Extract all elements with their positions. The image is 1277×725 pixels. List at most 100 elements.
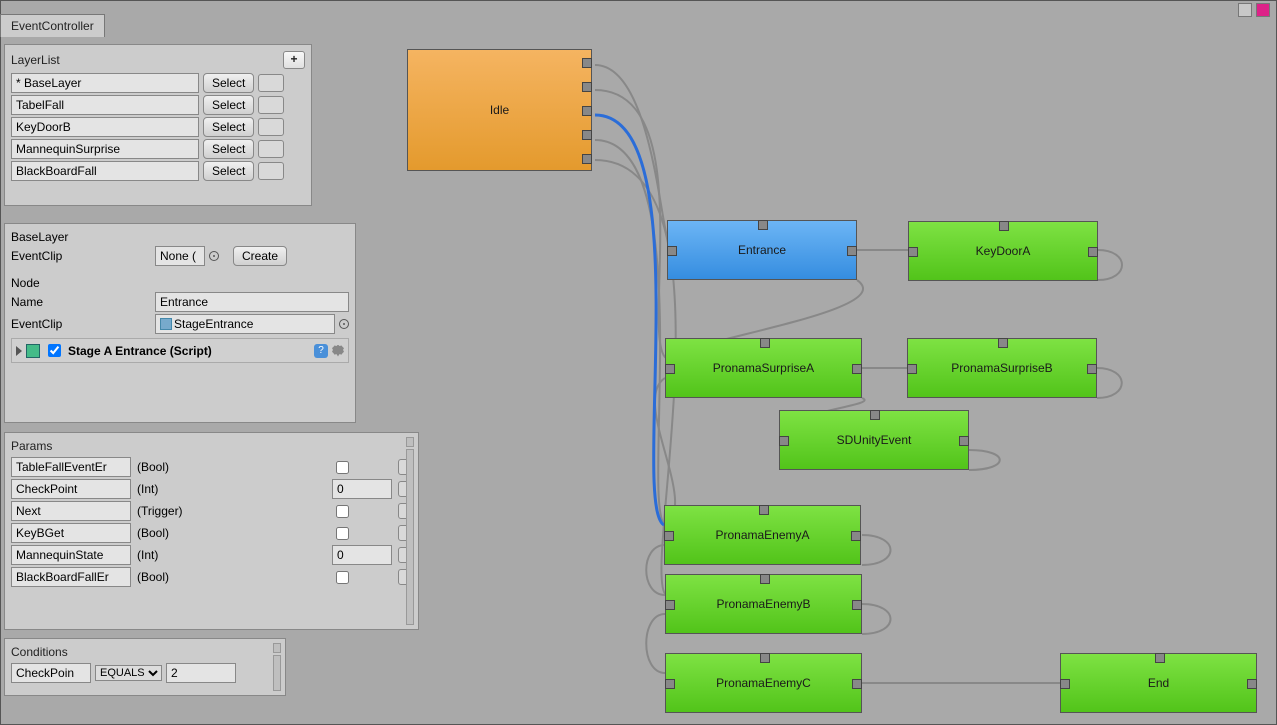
param-name[interactable]: TableFallEventEr [11,457,131,477]
select-layer-button[interactable]: Select [203,161,254,181]
component-enabled-toggle[interactable] [48,344,61,357]
eventclip2-value: StageEntrance [174,317,253,331]
name-field[interactable]: Entrance [155,292,349,312]
object-picker-icon[interactable] [209,251,219,261]
graph-node-idle[interactable]: Idle [407,49,592,171]
node-port[interactable] [851,531,861,541]
node-port[interactable] [760,574,770,584]
select-layer-button[interactable]: Select [203,73,254,93]
object-picker2-icon[interactable] [339,319,349,329]
param-value-checkbox[interactable] [336,461,349,474]
create-button[interactable]: Create [233,246,287,266]
node-port[interactable] [582,58,592,68]
param-value-checkbox[interactable] [336,571,349,584]
dock-icon[interactable] [1238,3,1252,17]
eventclip-field[interactable]: None ( [155,246,205,266]
expand-icon[interactable] [16,346,22,356]
select-layer-button[interactable]: Select [203,117,254,137]
window-controls [1238,3,1270,17]
node-port[interactable] [907,364,917,374]
node-port[interactable] [998,338,1008,348]
scroll-track[interactable] [406,449,414,625]
close-icon[interactable] [1256,3,1270,17]
eventclip2-label: EventClip [11,317,151,331]
node-port[interactable] [760,653,770,663]
layer-rows: * BaseLayerSelectTabelFallSelectKeyDoorB… [11,73,305,181]
node-port[interactable] [582,82,592,92]
layer-extra-button[interactable] [258,96,284,114]
node-port[interactable] [665,364,675,374]
node-port[interactable] [758,220,768,230]
layer-list-panel: LayerList + * BaseLayerSelectTabelFallSe… [4,44,312,206]
node-port[interactable] [852,679,862,689]
graph-node-pronamaA[interactable]: PronamaSurpriseA [665,338,862,398]
gear-icon[interactable] [332,345,344,357]
layer-extra-button[interactable] [258,140,284,158]
node-port[interactable] [582,154,592,164]
param-name[interactable]: MannequinState [11,545,131,565]
condition-param[interactable]: CheckPoin [11,663,91,683]
node-port[interactable] [908,247,918,257]
node-port[interactable] [664,531,674,541]
eventclip2-field[interactable]: StageEntrance [155,314,335,334]
param-name[interactable]: Next [11,501,131,521]
scroll-thumb-icon[interactable] [406,437,414,447]
param-name[interactable]: KeyBGet [11,523,131,543]
node-port[interactable] [1087,364,1097,374]
node-port[interactable] [759,505,769,515]
node-port[interactable] [1155,653,1165,663]
param-value-checkbox[interactable] [336,527,349,540]
node-port[interactable] [760,338,770,348]
node-port[interactable] [582,130,592,140]
graph-node-enemyA[interactable]: PronamaEnemyA [664,505,861,565]
node-port[interactable] [665,679,675,689]
node-port[interactable] [870,410,880,420]
node-port[interactable] [1088,247,1098,257]
graph-node-pronamaB[interactable]: PronamaSurpriseB [907,338,1097,398]
param-value-input[interactable] [332,479,392,499]
help-icon[interactable]: ? [314,344,328,358]
layer-name-field[interactable]: * BaseLayer [11,73,199,93]
layer-extra-button[interactable] [258,118,284,136]
node-port[interactable] [852,600,862,610]
graph-node-entrance[interactable]: Entrance [667,220,857,280]
graph-node-enemyC[interactable]: PronamaEnemyC [665,653,862,713]
layer-name-field[interactable]: MannequinSurprise [11,139,199,159]
node-port[interactable] [665,600,675,610]
component-header[interactable]: Stage A Entrance (Script) ? [11,338,349,363]
node-port[interactable] [1247,679,1257,689]
cond-scroll-track[interactable] [273,655,281,691]
condition-operator[interactable]: EQUALS [95,665,162,681]
param-value-checkbox[interactable] [336,505,349,518]
node-port[interactable] [582,106,592,116]
layer-row: MannequinSurpriseSelect [11,139,305,159]
select-layer-button[interactable]: Select [203,95,254,115]
param-row: KeyBGet(Bool) [11,523,412,543]
condition-value[interactable]: 2 [166,663,236,683]
window-tab[interactable]: EventController [0,14,105,37]
layer-name-field[interactable]: BlackBoardFall [11,161,199,181]
add-layer-button[interactable]: + [283,51,305,69]
node-port[interactable] [852,364,862,374]
layer-name-field[interactable]: TabelFall [11,95,199,115]
layer-name-field[interactable]: KeyDoorB [11,117,199,137]
param-value-input[interactable] [332,545,392,565]
node-label: End [1148,676,1169,690]
node-port[interactable] [999,221,1009,231]
graph-node-keydoora[interactable]: KeyDoorA [908,221,1098,281]
node-port[interactable] [667,246,677,256]
cond-scroll-thumb-icon[interactable] [273,643,281,653]
layer-row: * BaseLayerSelect [11,73,305,93]
node-port[interactable] [959,436,969,446]
select-layer-button[interactable]: Select [203,139,254,159]
layer-extra-button[interactable] [258,162,284,180]
node-port[interactable] [779,436,789,446]
param-name[interactable]: BlackBoardFallEr [11,567,131,587]
param-name[interactable]: CheckPoint [11,479,131,499]
graph-node-enemyB[interactable]: PronamaEnemyB [665,574,862,634]
node-port[interactable] [1060,679,1070,689]
layer-extra-button[interactable] [258,74,284,92]
graph-node-end[interactable]: End [1060,653,1257,713]
graph-node-sdunity[interactable]: SDUnityEvent [779,410,969,470]
node-port[interactable] [847,246,857,256]
